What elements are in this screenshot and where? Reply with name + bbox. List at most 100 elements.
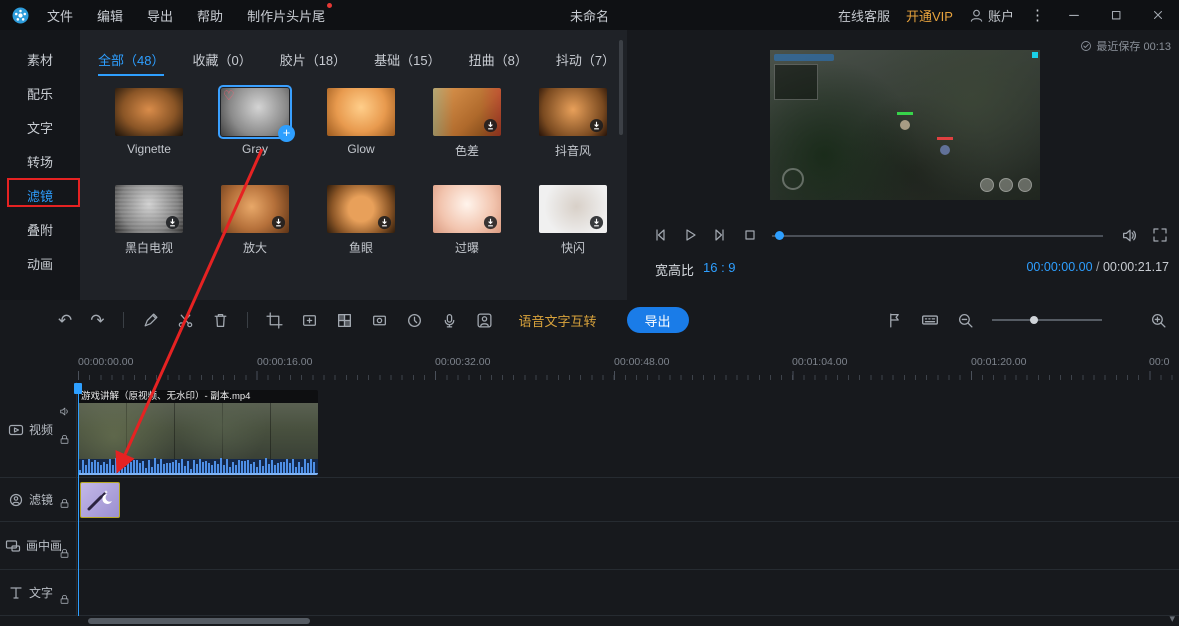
filter-card[interactable]: 黑白电视 bbox=[115, 185, 183, 256]
filter-thumbnail[interactable] bbox=[539, 88, 607, 136]
zoom-out-button[interactable] bbox=[957, 312, 974, 329]
filter-thumbnail[interactable] bbox=[433, 88, 501, 136]
stop-button[interactable] bbox=[742, 227, 758, 243]
track-lock-icon[interactable] bbox=[59, 594, 70, 605]
delete-button[interactable] bbox=[212, 312, 229, 329]
filter-thumbnail[interactable] bbox=[221, 185, 289, 233]
tab-basic[interactable]: 基础（15） bbox=[374, 50, 440, 76]
sidebar-item-transition[interactable]: 转场 bbox=[0, 144, 80, 178]
maximize-button[interactable] bbox=[1103, 2, 1129, 28]
split-button[interactable] bbox=[177, 312, 194, 329]
tab-favorites[interactable]: 收藏（0） bbox=[192, 50, 251, 76]
track-audio-icon[interactable] bbox=[59, 406, 70, 417]
favorite-heart-icon[interactable]: ♡ bbox=[223, 88, 235, 104]
horizontal-scrollbar[interactable]: ▾ bbox=[0, 616, 1179, 626]
sidebar-item-text[interactable]: 文字 bbox=[0, 110, 80, 144]
export-button[interactable]: 导出 bbox=[627, 307, 689, 333]
aspect-ratio-value[interactable]: 16 : 9 bbox=[703, 260, 736, 275]
playhead-handle[interactable] bbox=[74, 383, 82, 394]
undo-button[interactable]: ↶ bbox=[58, 312, 72, 329]
portrait-cutout-button[interactable] bbox=[476, 312, 493, 329]
pip-track-header[interactable]: 画中画 bbox=[0, 522, 76, 569]
add-filter-button[interactable]: + bbox=[278, 125, 295, 142]
filter-thumbnail[interactable] bbox=[115, 88, 183, 136]
filter-panel-scrollbar[interactable] bbox=[619, 40, 623, 135]
filter-thumbnail[interactable]: ♡ + bbox=[221, 88, 289, 136]
previous-frame-button[interactable] bbox=[652, 227, 668, 243]
marker-flag-button[interactable] bbox=[886, 312, 903, 329]
speech-text-convert-button[interactable]: 语音文字互转 bbox=[519, 311, 597, 330]
text-track-header[interactable]: 文字 bbox=[0, 570, 76, 615]
filter-thumbnail[interactable] bbox=[539, 185, 607, 233]
horizontal-scrollbar-thumb[interactable] bbox=[88, 618, 310, 624]
tab-distort[interactable]: 扭曲（8） bbox=[469, 50, 528, 76]
download-icon[interactable] bbox=[377, 215, 392, 230]
filter-thumbnail[interactable] bbox=[327, 185, 395, 233]
tab-film[interactable]: 胶片（18） bbox=[280, 50, 346, 76]
filter-card[interactable]: 放大 bbox=[221, 185, 289, 256]
menu-edit[interactable]: 编辑 bbox=[97, 6, 123, 25]
download-icon[interactable] bbox=[165, 215, 180, 230]
track-lock-icon[interactable] bbox=[59, 434, 70, 445]
record-voiceover-button[interactable] bbox=[441, 312, 458, 329]
sidebar-item-overlay[interactable]: 叠附 bbox=[0, 212, 80, 246]
tab-all[interactable]: 全部（48） bbox=[98, 50, 164, 76]
filter-card-selected[interactable]: ♡ + Gray bbox=[221, 88, 289, 159]
filter-thumbnail[interactable] bbox=[433, 185, 501, 233]
menu-export[interactable]: 导出 bbox=[147, 6, 173, 25]
menu-help[interactable]: 帮助 bbox=[197, 6, 223, 25]
aspect-ratio-label[interactable]: 宽高比 bbox=[655, 260, 694, 279]
filter-thumbnail[interactable] bbox=[115, 185, 183, 233]
download-icon[interactable] bbox=[483, 118, 498, 133]
filter-thumbnail[interactable] bbox=[327, 88, 395, 136]
volume-icon[interactable] bbox=[1121, 227, 1138, 244]
edit-clip-button[interactable] bbox=[142, 312, 159, 329]
close-button[interactable] bbox=[1145, 2, 1171, 28]
fullscreen-icon[interactable] bbox=[1152, 227, 1168, 243]
filter-card[interactable]: Glow bbox=[327, 88, 395, 159]
filter-card[interactable]: 鱼眼 bbox=[327, 185, 395, 256]
scroll-down-arrow-icon[interactable]: ▾ bbox=[1169, 612, 1175, 625]
menu-intro-outro[interactable]: 制作片头片尾 bbox=[247, 6, 325, 25]
download-icon[interactable] bbox=[483, 215, 498, 230]
shortcut-keyboard-button[interactable] bbox=[921, 311, 939, 329]
filter-card[interactable]: 过曝 bbox=[433, 185, 501, 256]
duration-button[interactable] bbox=[406, 312, 423, 329]
track-lock-icon[interactable] bbox=[59, 498, 70, 509]
playhead-line[interactable] bbox=[78, 383, 79, 616]
vip-link[interactable]: 开通VIP bbox=[906, 6, 953, 25]
filter-card[interactable]: 抖音风 bbox=[539, 88, 607, 159]
zoom-in-button[interactable] bbox=[1150, 312, 1167, 329]
mosaic-button[interactable] bbox=[336, 312, 353, 329]
video-track-header[interactable]: 视频 bbox=[0, 382, 76, 477]
filter-card[interactable]: 色差 bbox=[433, 88, 501, 159]
crop-button[interactable] bbox=[266, 312, 283, 329]
video-clip[interactable]: 游戏讲解（原视频、无水印）- 副本.mp4 bbox=[78, 390, 318, 475]
sidebar-item-animation[interactable]: 动画 bbox=[0, 246, 80, 280]
filter-card[interactable]: 快闪 bbox=[539, 185, 607, 256]
track-lock-icon[interactable] bbox=[59, 548, 70, 559]
play-button[interactable] bbox=[682, 227, 698, 243]
download-icon[interactable] bbox=[271, 215, 286, 230]
redo-button[interactable]: ↷ bbox=[90, 312, 104, 329]
filter-clip[interactable] bbox=[80, 482, 120, 518]
download-icon[interactable] bbox=[589, 118, 604, 133]
sidebar-item-music[interactable]: 配乐 bbox=[0, 76, 80, 110]
account-button[interactable]: 账户 bbox=[969, 6, 1014, 25]
online-service-link[interactable]: 在线客服 bbox=[838, 6, 890, 25]
next-frame-button[interactable] bbox=[712, 227, 728, 243]
sidebar-item-material[interactable]: 素材 bbox=[0, 42, 80, 76]
filter-track-header[interactable]: 滤镜 bbox=[0, 478, 76, 521]
video-preview[interactable] bbox=[770, 50, 1040, 200]
zoom-slider[interactable] bbox=[992, 313, 1102, 327]
tab-shake[interactable]: 抖动（7） bbox=[556, 50, 615, 76]
minimize-button[interactable] bbox=[1061, 2, 1087, 28]
more-menu-button[interactable]: ⋮ bbox=[1030, 6, 1045, 24]
timeline-ruler[interactable]: 00:00:00.00 00:00:16.00 00:00:32.00 00:0… bbox=[0, 340, 1179, 382]
download-icon[interactable] bbox=[589, 215, 604, 230]
menu-file[interactable]: 文件 bbox=[47, 6, 73, 25]
freeze-frame-button[interactable] bbox=[301, 312, 318, 329]
selection-handle[interactable] bbox=[1032, 52, 1038, 58]
seek-handle[interactable] bbox=[775, 231, 784, 240]
zoom-slider-knob[interactable] bbox=[1030, 316, 1038, 324]
